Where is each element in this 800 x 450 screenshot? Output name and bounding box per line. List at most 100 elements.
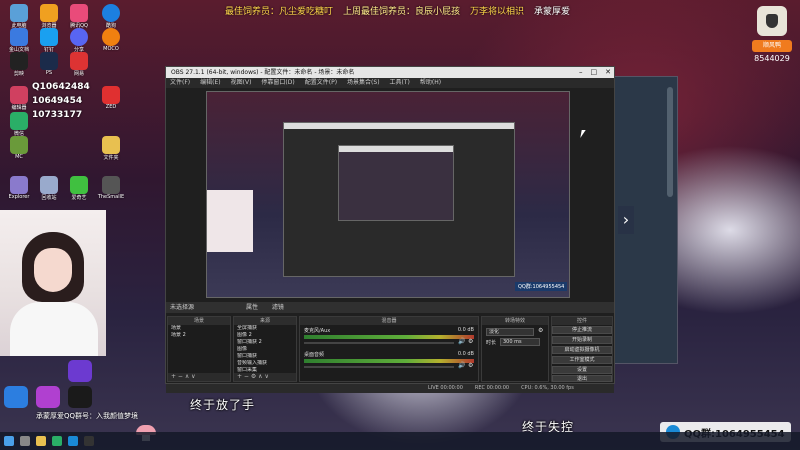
speaker-icon[interactable]: 🔊 [458,338,465,345]
cpu-status: CPU: 0.6%, 30.00 fps [521,385,574,391]
qq-number-overlay: Q10642484 10649454 10733177 [32,80,90,122]
exit-button[interactable]: 退出 [552,375,612,382]
mixer-panel-title: 混音器 [300,317,478,325]
menu-tools[interactable]: 工具(T) [390,78,410,88]
menu-profile[interactable]: 配置文件(P) [305,78,337,88]
menu-edit[interactable]: 编辑(E) [200,78,220,88]
search-icon[interactable] [20,436,30,446]
folder-icon [102,136,120,154]
minecraft-icon [10,136,28,154]
gear-icon[interactable]: ⚙ [468,338,473,345]
desktop-icon-thesmalle[interactable]: TheSmallE [96,176,126,200]
desktop-icon-moco[interactable]: MOCO [96,28,126,52]
maximize-icon[interactable]: □ [591,67,598,78]
desktop-icon-netease[interactable]: 网易 [64,52,94,77]
obs-title: OBS 27.1.1 (64-bit, windows) - 配置文件：未命名 … [171,69,355,76]
start-recording-button[interactable]: 开始录制 [552,336,612,344]
sources-panel[interactable]: 来源 全屏捕获 图像 2 窗口捕获 2 图像 窗口捕获 音频输入捕获 窗口采集 … [233,316,297,382]
scene-item[interactable]: 场景 [168,325,230,332]
desktop-icon-recycle[interactable]: 回收站 [34,176,64,201]
transitions-panel[interactable]: 转场特效 淡化 ⚙ 时长 300 ms [481,316,549,382]
menu-docks[interactable]: 停靠窗口(D) [261,78,294,88]
desktop-icon-editor[interactable]: 编辑器 [4,86,34,111]
desktop-icon-iqiyi[interactable]: 爱奇艺 [64,176,94,201]
desktop-icon-ps[interactable]: PS [34,52,64,76]
close-icon[interactable]: ✕ [605,67,611,78]
capcut-app-icon[interactable] [68,386,92,408]
source-item[interactable]: 图像 [234,346,296,353]
no-source-label: 未选择源 [170,304,195,311]
scene-item[interactable]: 场景 2 [168,332,230,339]
vpn-app-icon[interactable] [68,360,92,382]
discord-icon [70,28,88,46]
mixer-meter [304,335,474,339]
virtual-camera-button[interactable]: 启动虚拟摄像机 [552,346,612,354]
bird-app-icon[interactable] [4,386,28,408]
filters-button[interactable]: 滤镜 [272,304,284,311]
desktop-icon-wechat[interactable]: 微信 [4,112,34,137]
mixer-channel-name: 桌面音频 [304,352,325,358]
stop-stream-button[interactable]: 停止推流 [552,326,612,334]
duration-input[interactable]: 300 ms [500,338,540,346]
desktop-icon-discord[interactable]: 分享 [64,28,94,53]
desktop-icon-kugou[interactable]: 酷狗 [96,4,126,29]
menu-help[interactable]: 帮助(H) [420,78,441,88]
volume-slider[interactable] [304,366,454,368]
source-item[interactable]: 音频输入捕获 [234,360,296,367]
start-icon[interactable] [4,436,14,446]
preview-qq-badge: QQ群:1064955454 [515,282,568,291]
volume-slider[interactable] [304,342,454,344]
docs-icon [10,28,28,46]
source-item[interactable]: 窗口捕获 [234,353,296,360]
studio-mode-button[interactable]: 工作室模式 [552,356,612,364]
kugou-icon [102,4,120,22]
scrollbar[interactable] [667,87,673,197]
desktop-icon-folder[interactable]: 文件夹 [96,136,126,161]
desktop-icon-explorer[interactable]: Explorer [4,176,34,200]
menu-file[interactable]: 文件(F) [170,78,190,88]
gear-icon[interactable]: ⚙ [538,327,543,334]
desktop-icon-this-pc[interactable]: 此电脑 [4,4,34,29]
add-icon[interactable]: + − ∧ ∨ [171,373,196,380]
next-arrow-icon[interactable]: › [618,206,634,234]
explorer-icon [10,176,28,194]
add-icon[interactable]: + − ⚙ ∧ ∨ [237,373,269,380]
transition-select[interactable]: 淡化 [486,328,534,336]
taskbar [0,432,800,450]
speaker-icon[interactable]: 🔊 [458,362,465,369]
live-status: LIVE 00:00:00 [428,385,463,391]
desktop-icon-qq[interactable]: 腾讯QQ [64,4,94,29]
desktop-icon-zed[interactable]: ZED [96,86,126,110]
obs-icon[interactable] [84,436,94,446]
desktop-icon-browser[interactable]: 浏览器 [34,4,64,29]
desktop-icon-capcut[interactable]: 剪映 [4,52,34,77]
settings-button[interactable]: 设置 [552,366,612,374]
qq-icon [70,4,88,22]
desktop-icon-docs[interactable]: 金山文档 [4,28,34,53]
desktop-icon-dingtalk[interactable]: 钉钉 [34,28,64,53]
webcam-feed [0,210,106,356]
capcut-icon [10,52,28,70]
desktop-icon-mc[interactable]: MC [4,136,34,160]
obs-titlebar[interactable]: OBS 27.1.1 (64-bit, windows) - 配置文件：未命名 … [166,67,614,78]
duck-button[interactable]: 顺风鸭 [752,40,792,52]
qq-icon[interactable] [68,436,78,446]
scenes-panel[interactable]: 场景 场景 场景 2 + − ∧ ∨ [167,316,231,382]
sources-footer: + − ⚙ ∧ ∨ [234,373,296,381]
wechat-icon[interactable] [52,436,62,446]
menu-view[interactable]: 视图(V) [231,78,252,88]
preview-level-2 [283,122,515,277]
gear-icon[interactable]: ⚙ [468,362,473,369]
minimize-icon[interactable]: – [579,67,583,78]
mixer-panel[interactable]: 混音器 麦克风/Aux 0.0 dB 🔊 ⚙ 桌面音频 0.0 dB 🔊 ⚙ [299,316,479,382]
folder-icon[interactable] [36,436,46,446]
preview-webcam [207,190,253,252]
properties-button[interactable]: 属性 [246,304,258,311]
source-item[interactable]: 图像 2 [234,332,296,339]
source-item[interactable]: 全屏捕获 [234,325,296,332]
menu-scene-collection[interactable]: 场景集合(S) [347,78,380,88]
source-item[interactable]: 窗口捕获 2 [234,339,296,346]
recycle-bin-icon [40,176,58,194]
purple-app-icon[interactable] [36,386,60,408]
obs-preview[interactable]: QQ群:1064955454 [206,91,570,298]
